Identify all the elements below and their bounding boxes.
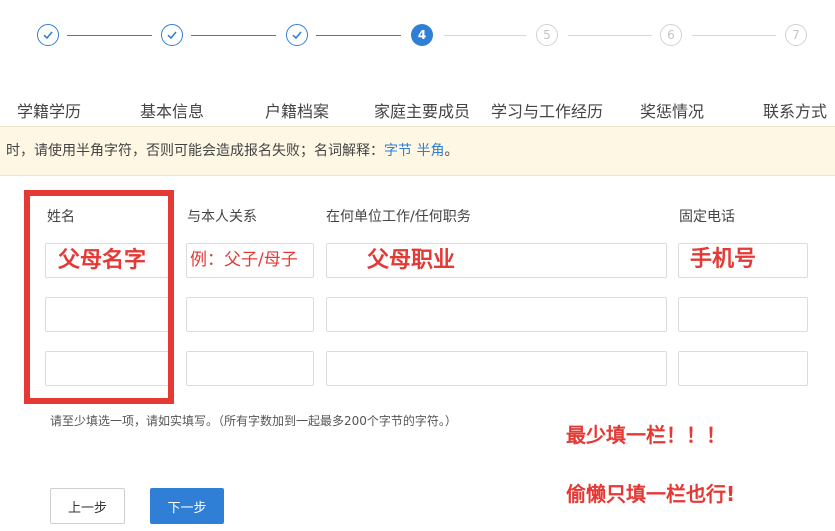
step-2-label[interactable]: 基本信息 [140, 98, 204, 122]
notice-bar: 时，请使用半角字符，否则可能会造成报名失败；名词解释：字节 半角。 [0, 126, 835, 176]
check-icon [167, 31, 177, 40]
step-7-label[interactable]: 联系方式 [763, 98, 827, 122]
step-1-check-icon [37, 24, 59, 46]
annotation-parent-job: 父母职业 [367, 248, 456, 273]
step-6-label[interactable]: 奖惩情况 [640, 98, 704, 122]
step-connector [444, 35, 526, 36]
notice-end: 。 [444, 143, 459, 159]
prev-step-button[interactable]: 上一步 [50, 488, 125, 524]
notice-link-byte[interactable]: 字节 [384, 143, 412, 159]
check-icon [292, 31, 302, 40]
next-step-button[interactable]: 下一步 [150, 488, 224, 524]
step-6-number: 6 [667, 28, 675, 42]
step-connector [191, 35, 276, 36]
step-7-circle: 7 [785, 24, 807, 46]
form-hint: 请至少填选一项，请如实填写。（所有字数加到一起最多200个字节的字符。） [50, 414, 457, 428]
step-4-label[interactable]: 家庭主要成员 [374, 98, 470, 122]
name-column-highlight [24, 190, 174, 404]
column-header-work: 在何单位工作/任何职务 [326, 209, 471, 225]
step-3-label[interactable]: 户籍档案 [265, 98, 329, 122]
step-connector [568, 35, 652, 36]
work-input-row-2[interactable] [326, 297, 667, 332]
step-2-check-icon [161, 24, 183, 46]
column-header-relation: 与本人关系 [187, 209, 257, 225]
relation-input-row-3[interactable] [186, 351, 314, 386]
annotation-one-row-ok: 偷懒只填一栏也行! [566, 482, 736, 506]
step-5-number: 5 [543, 28, 551, 42]
phone-input-row-2[interactable] [678, 297, 808, 332]
notice-text: 时，请使用半角字符，否则可能会造成报名失败；名词解释： [6, 143, 384, 159]
step-connector [67, 35, 152, 36]
step-5-label[interactable]: 学习与工作经历 [491, 98, 603, 122]
phone-input-row-3[interactable] [678, 351, 808, 386]
annotation-fill-at-least-one: 最少填一栏！！！ [566, 423, 726, 447]
annotation-phone: 手机号 [690, 247, 757, 272]
notice-link-halfwidth[interactable]: 半角 [416, 143, 444, 159]
step-7-number: 7 [792, 28, 800, 42]
step-4-circle: 4 [411, 24, 433, 46]
work-input-row-3[interactable] [326, 351, 667, 386]
annotation-parent-name: 父母名字 [58, 248, 147, 273]
check-icon [43, 31, 53, 40]
step-connector [316, 35, 401, 36]
column-header-phone: 固定电话 [679, 209, 735, 225]
relation-input-row-2[interactable] [186, 297, 314, 332]
step-4-number: 4 [417, 28, 427, 42]
step-5-circle: 5 [536, 24, 558, 46]
annotation-relation-example: 例：父子/母子 [190, 250, 298, 270]
step-6-circle: 6 [660, 24, 682, 46]
step-connector [692, 35, 776, 36]
step-1-label[interactable]: 学籍学历 [17, 98, 81, 122]
step-3-check-icon [286, 24, 308, 46]
